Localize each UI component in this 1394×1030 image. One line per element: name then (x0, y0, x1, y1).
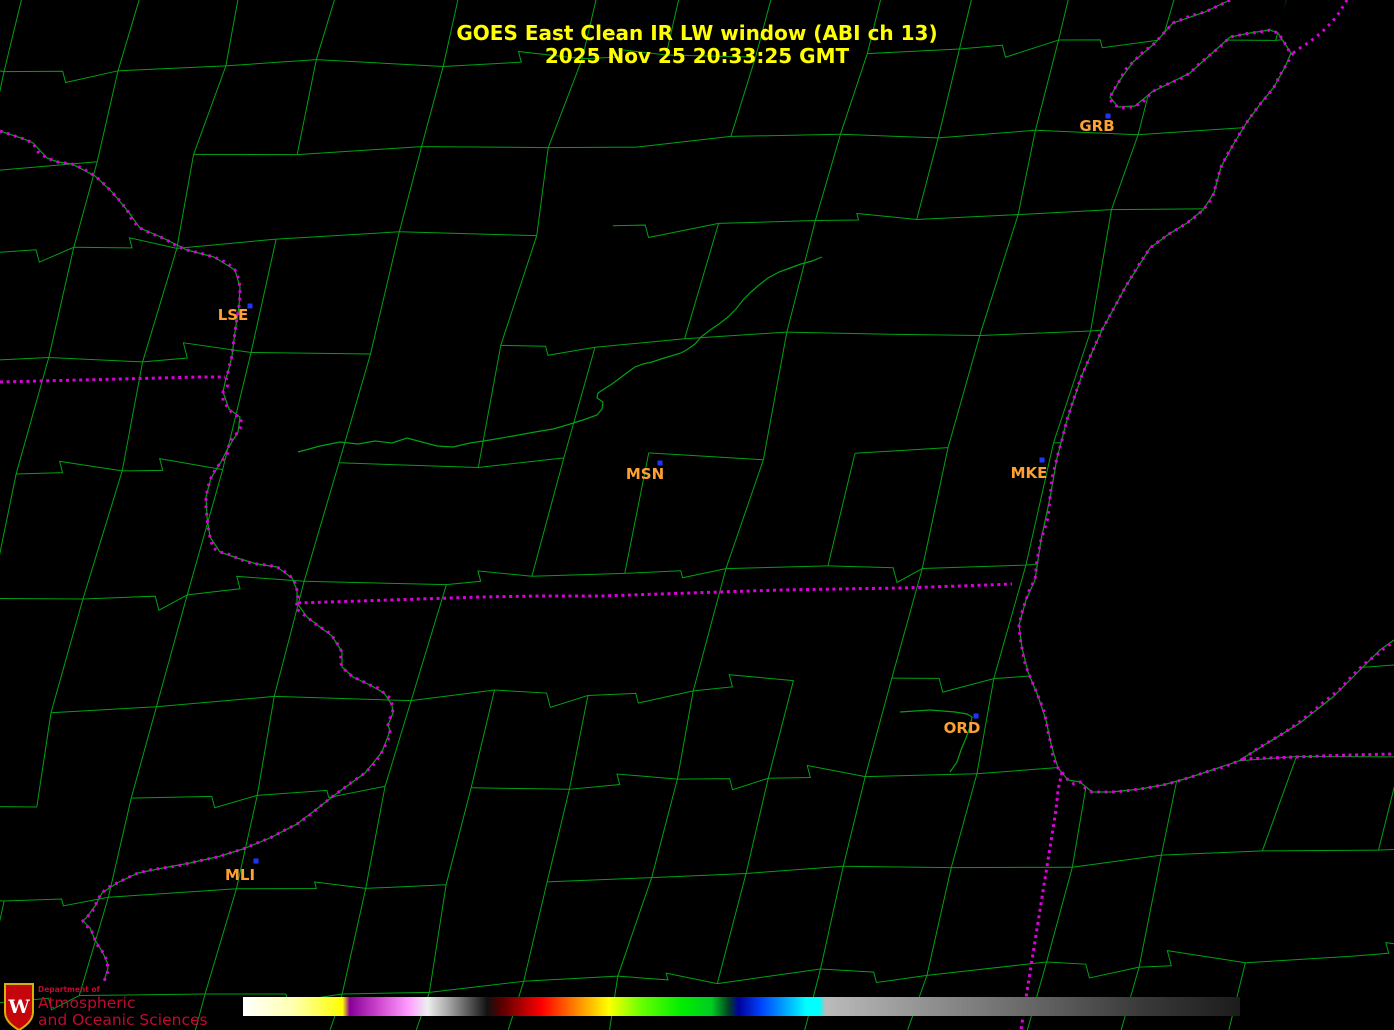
city-label: GRB (1079, 117, 1114, 135)
satellite-viewer: GRB LSE MSN MKE ORD MLI GOES East Clean IR LW… (0, 0, 1394, 1030)
city-dot (1039, 457, 1045, 463)
logo-name-line2: and Oceanic Sciences (38, 1011, 208, 1029)
county-line (0, 597, 83, 600)
city-label: ORD (944, 719, 981, 737)
logo-dept-label: Department of (38, 985, 101, 994)
city-label: MLI (225, 866, 255, 884)
city-GRB: GRB (1079, 113, 1115, 135)
city-dot (973, 713, 979, 719)
city-label: MSN (626, 465, 664, 483)
city-dot (253, 858, 259, 864)
title-text: GOES East Clean IR LW window (ABI ch 13) (456, 21, 937, 45)
uw-crest-icon: W (4, 983, 34, 1030)
logo-name-line1: Atmospheric (38, 994, 135, 1012)
city-LSE: LSE (218, 303, 253, 324)
timestamp-text: 2025 Nov 25 20:33:25 GMT (545, 44, 850, 68)
city-label: LSE (218, 306, 249, 324)
crest-letter: W (7, 996, 30, 1018)
satellite-map-canvas: GRB LSE MSN MKE ORD MLI GOES East Clean IR LW… (0, 0, 1394, 1030)
colorbar (243, 997, 1240, 1016)
colorbar-scale (243, 997, 1240, 1016)
city-label: MKE (1011, 464, 1048, 482)
